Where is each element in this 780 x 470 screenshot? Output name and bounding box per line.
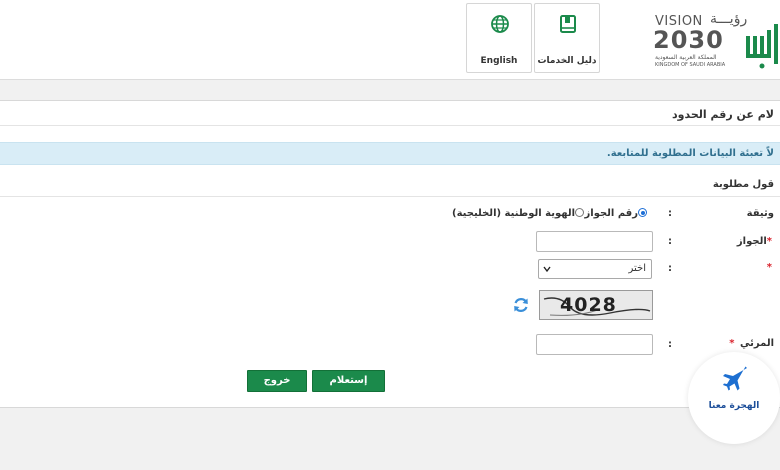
divider — [0, 125, 780, 126]
services-guide-button[interactable]: دليل الخدمات — [534, 3, 600, 73]
airplane-icon — [723, 366, 747, 391]
radio-gcc-id-option[interactable]: الهوية الوطنية (الخليجية) — [452, 208, 584, 219]
chevron-down-icon — [543, 266, 551, 273]
passport-number-label: *الجواز — [736, 236, 772, 247]
inquire-button[interactable]: إستعلام — [312, 370, 385, 392]
refresh-captcha-icon[interactable] — [512, 296, 530, 314]
services-guide-label: دليل الخدمات — [537, 56, 597, 66]
immigration-badge[interactable]: الهجرة معنا — [688, 352, 780, 444]
info-notice: لاً تعبئة البيانات المطلوبة للمتابعة. — [0, 142, 780, 165]
required-star: * — [729, 338, 735, 349]
captcha-code: 4028 — [560, 294, 617, 316]
page-title: لام عن رقم الحدود — [672, 108, 774, 121]
radio-passport-label: رقم الجواز — [584, 208, 638, 219]
book-icon — [560, 15, 576, 33]
vision-2030-logo: VISION رؤيـــة 2030 المملكة العربية السع… — [648, 8, 780, 74]
visual-code-label: المرئي * — [729, 338, 774, 349]
visual-code-input[interactable] — [536, 334, 653, 355]
passport-number-input[interactable] — [536, 231, 653, 252]
english-label: English — [480, 56, 518, 66]
info-notice-text: لاً تعبئة البيانات المطلوبة للمتابعة. — [606, 148, 774, 159]
radio-gcc-id-label: الهوية الوطنية (الخليجية) — [452, 208, 575, 219]
colon: : — [668, 339, 672, 350]
radio-gcc-id[interactable] — [575, 208, 584, 217]
kingdom-name-english: KINGDOM OF SAUDI ARABIA — [655, 62, 726, 68]
exit-button[interactable]: خروج — [247, 370, 307, 392]
colon: : — [668, 208, 672, 219]
required-star: * — [766, 236, 772, 247]
kingdom-name-arabic: المملكة العربية السعودية — [655, 54, 717, 61]
colon: : — [668, 236, 672, 247]
absher-logo-icon — [746, 24, 778, 69]
vision-year: 2030 — [653, 26, 724, 54]
document-type-label: وثيقة — [746, 208, 774, 219]
nationality-label: * — [767, 262, 774, 273]
captcha-image: 4028 — [539, 290, 653, 320]
required-fields-note: قول مطلوبة — [712, 179, 774, 190]
select-value: اختر — [628, 263, 647, 274]
radio-passport[interactable] — [638, 208, 647, 217]
radio-passport-option[interactable]: رقم الجواز — [585, 208, 647, 219]
divider — [0, 196, 780, 197]
english-language-button[interactable]: English — [466, 3, 532, 73]
globe-icon — [491, 15, 509, 33]
badge-text: الهجرة معنا — [708, 401, 760, 411]
top-header: VISION رؤيـــة 2030 المملكة العربية السع… — [0, 0, 780, 80]
nationality-select[interactable]: اختر — [538, 259, 652, 279]
colon: : — [668, 263, 672, 274]
required-star: * — [766, 262, 772, 273]
